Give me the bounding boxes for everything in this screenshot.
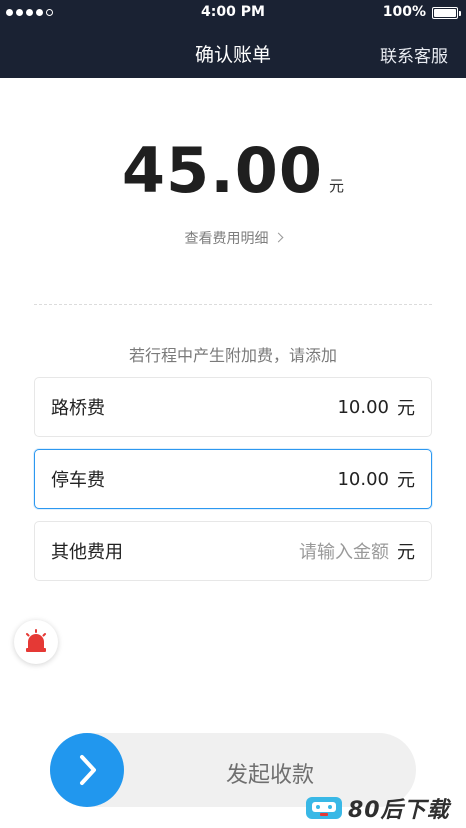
watermark-text: 80后下载 — [348, 798, 450, 823]
status-bar: 4:00 PM 100% — [0, 0, 466, 26]
fee-row-toll[interactable]: 路桥费 10.00 元 — [34, 377, 432, 437]
fee-row-parking[interactable]: 停车费 10.00 元 — [34, 449, 432, 509]
bill-amount-block: 45.00 元 — [0, 140, 466, 202]
fee-label: 停车费 — [51, 470, 105, 491]
fee-value-input[interactable]: 10.00 — [337, 469, 389, 490]
alarm-icon — [26, 629, 46, 652]
alarm-button[interactable] — [14, 620, 58, 664]
fee-unit: 元 — [397, 398, 415, 419]
fee-label: 路桥费 — [51, 398, 105, 419]
contact-service-button[interactable]: 联系客服 — [380, 42, 448, 67]
fee-row-other[interactable]: 其他费用 请输入金额 元 — [34, 521, 432, 581]
chevron-right-icon — [273, 232, 283, 243]
fee-detail-label: 查看费用明细 — [184, 231, 269, 247]
fee-unit: 元 — [397, 542, 415, 563]
arrow-right-icon — [80, 755, 96, 785]
fee-amount-input[interactable]: 请输入金额 — [299, 538, 389, 564]
dashed-divider — [34, 304, 432, 305]
slide-handle[interactable] — [50, 733, 124, 807]
fee-unit: 元 — [397, 470, 415, 491]
fee-value-input[interactable]: 10.00 — [337, 397, 389, 418]
watermark-logo-icon — [306, 797, 342, 819]
nav-bar: 确认账单 联系客服 — [0, 26, 466, 78]
fee-detail-link[interactable]: 查看费用明细 — [0, 228, 466, 248]
battery-percent: 100% — [382, 4, 426, 20]
bill-amount-unit: 元 — [329, 177, 345, 195]
fee-label: 其他费用 — [51, 542, 123, 563]
slide-to-collect-label: 发起收款 — [225, 763, 314, 788]
watermark: 80后下载 — [304, 788, 466, 828]
battery-icon — [432, 7, 461, 19]
bill-amount: 45.00 — [121, 134, 324, 207]
extra-fee-hint: 若行程中产生附加费，请添加 — [128, 346, 337, 365]
